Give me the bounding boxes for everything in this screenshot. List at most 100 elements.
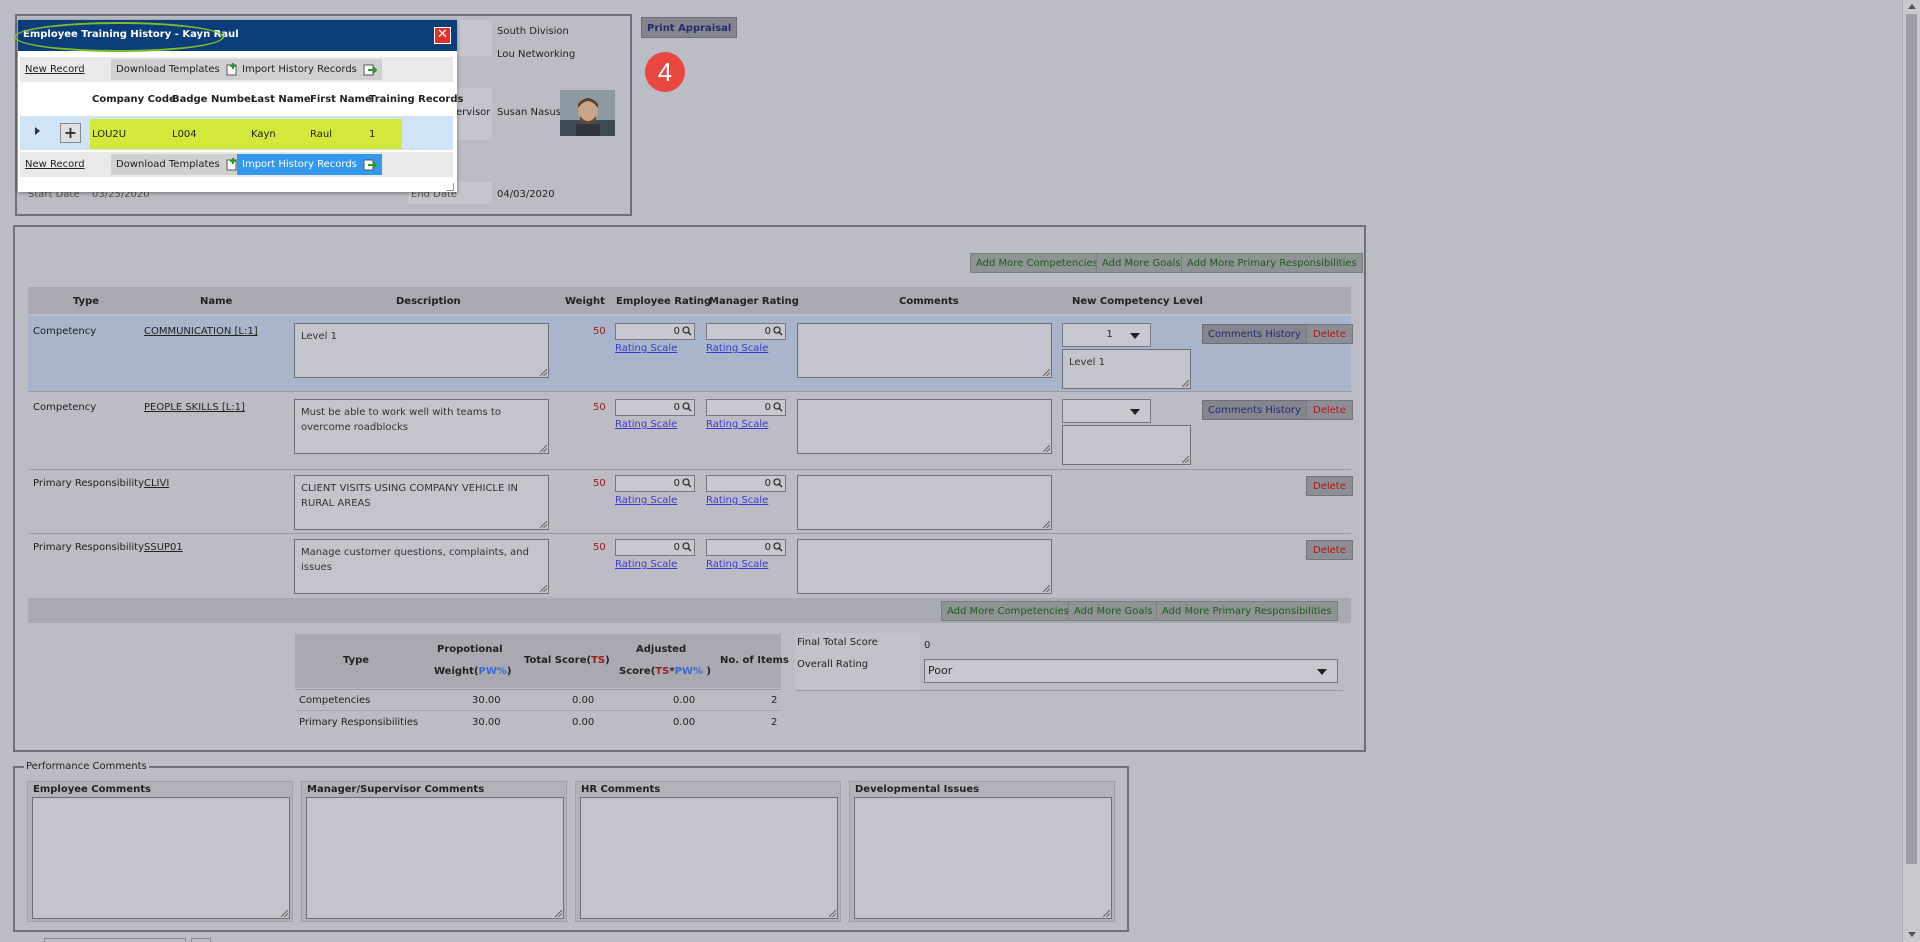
summary-col-adj-ts: TS [655,666,670,677]
summary-row-adjusted: 0.00 [673,695,696,706]
delete-button[interactable]: Delete [1306,324,1353,344]
manager-rating-input[interactable]: 0 [706,475,786,492]
performance-comments-legend: Performance Comments [24,761,149,772]
manager-comments-textarea[interactable] [306,797,564,919]
manager-rating-value: 0 [764,542,771,553]
new-record-link-bottom[interactable]: New Record [25,159,85,170]
print-appraisal-button[interactable]: Print Appraisal [641,17,738,38]
row-name-link[interactable]: SSUP01 [144,542,183,553]
hr-comments-textarea[interactable] [580,797,838,919]
import-history-button-bottom[interactable]: Import History Records [237,154,383,175]
description-textarea[interactable]: Level 1 [294,323,549,378]
employee-rating-scale-link[interactable]: Rating Scale [615,419,677,430]
row-name-link[interactable]: COMMUNICATION [L:1] [144,326,258,337]
employee-rating-input[interactable]: 0 [615,475,695,492]
employee-rating-input[interactable]: 0 [615,323,695,340]
employee-rating-input[interactable]: 0 [615,399,695,416]
competency-level-select[interactable]: 1 [1062,323,1151,347]
magnifier-icon[interactable] [773,478,783,488]
delete-button[interactable]: Delete [1306,540,1353,560]
download-templates-button-bottom[interactable]: Download Templates [111,154,243,175]
comments-history-button[interactable]: Comments History [1202,400,1307,420]
new-record-link-top[interactable]: New Record [25,64,85,75]
add-competencies-button-top[interactable]: Add More Competencies [970,253,1104,273]
training-history-modal: Employee Training History - Kayn Raul ✕ … [14,20,463,192]
col-description: Description [396,296,461,307]
overall-rating-select[interactable]: Poor [924,659,1338,683]
bottom-partial-control[interactable] [44,938,186,942]
summary-col-adjusted-line1: Adjusted [636,644,687,655]
title-highlight-ellipse [14,22,224,52]
employee-rating-scale-link[interactable]: Rating Scale [615,559,677,570]
comments-textarea[interactable] [797,475,1052,530]
add-competencies-button-bottom[interactable]: Add More Competencies [941,601,1075,621]
magnifier-icon[interactable] [773,326,783,336]
add-goals-button-bottom[interactable]: Add More Goals [1068,601,1159,621]
expand-arrow-icon[interactable] [35,127,40,135]
col-manager-rating: Manager Rating [709,296,799,307]
add-primary-button-bottom[interactable]: Add More Primary Responsibilities [1156,601,1338,621]
row-name-link[interactable]: PEOPLE SKILLS [L:1] [144,402,245,413]
employee-rating-input[interactable]: 0 [615,539,695,556]
employee-comments-textarea[interactable] [32,797,290,919]
bottom-partial-control-2[interactable] [191,938,211,942]
manager-rating-scale-link[interactable]: Rating Scale [706,343,768,354]
manager-rating-scale-link[interactable]: Rating Scale [706,495,768,506]
comments-history-button[interactable]: Comments History [1202,324,1307,344]
modal-row-highlight[interactable] [90,119,402,149]
magnifier-icon[interactable] [682,542,692,552]
col-employee-rating: Employee Rating [616,296,712,307]
scroll-down-arrow-icon[interactable] [1908,932,1916,937]
scroll-up-arrow-icon[interactable] [1908,4,1916,9]
comments-textarea[interactable] [797,539,1052,594]
modal-col-first-name: First Name [310,94,372,105]
modal-col-badge-number: Badge Number [172,94,256,105]
manager-rating-input[interactable]: 0 [706,539,786,556]
dev-issues-textarea[interactable] [854,797,1112,919]
scrollbar-thumb[interactable] [1906,14,1917,864]
magnifier-icon[interactable] [682,478,692,488]
description-textarea[interactable]: Manage customer questions, complaints, a… [294,539,549,594]
row-name-link[interactable]: CLIVI [144,478,169,489]
manager-rating-input[interactable]: 0 [706,399,786,416]
supervisor-name: Susan Nasus [497,107,561,118]
manager-rating-scale-link[interactable]: Rating Scale [706,559,768,570]
comments-textarea[interactable] [797,323,1052,378]
comments-textarea[interactable] [797,399,1052,454]
magnifier-icon[interactable] [682,326,692,336]
description-textarea[interactable]: CLIENT VISITS USING COMPANY VEHICLE IN R… [294,475,549,530]
add-plus-icon[interactable]: + [60,123,81,143]
close-icon[interactable]: ✕ [434,27,451,44]
division-value: South Division [497,26,569,37]
import-history-button-top[interactable]: Import History Records [237,59,383,80]
magnifier-icon[interactable] [773,402,783,412]
summary-row-items: 2 [771,695,778,706]
employee-rating-scale-link[interactable]: Rating Scale [615,343,677,354]
delete-button[interactable]: Delete [1306,400,1353,420]
modal-cell-company-code: LOU2U [92,129,127,140]
summary-row-adjusted: 0.00 [673,717,696,728]
modal-resize-handle[interactable] [446,183,454,191]
download-templates-button-top[interactable]: Download Templates [111,59,243,80]
employee-rating-scale-link[interactable]: Rating Scale [615,495,677,506]
manager-rating-scale-link[interactable]: Rating Scale [706,419,768,430]
magnifier-icon[interactable] [682,402,692,412]
description-textarea[interactable]: Must be able to work well with teams to … [294,399,549,454]
col-weight: Weight [565,296,605,307]
modal-cell-training-records: 1 [369,129,376,140]
competency-level-desc[interactable]: Level 1 [1062,349,1191,389]
manager-rating-input[interactable]: 0 [706,323,786,340]
competency-level-desc[interactable] [1062,425,1191,465]
summary-col-weight-end: ) [506,666,512,677]
row-weight: 50 [593,542,606,553]
summary-col-weight-line1: Propotional [437,644,503,655]
summary-row-weight: 30.00 [472,695,501,706]
delete-button[interactable]: Delete [1306,476,1353,496]
add-primary-button-top[interactable]: Add More Primary Responsibilities [1181,253,1363,273]
vertical-scrollbar[interactable] [1902,0,1920,942]
competency-level-select[interactable] [1062,399,1151,423]
modal-cell-badge-number: L004 [172,129,197,140]
add-goals-button-top[interactable]: Add More Goals [1096,253,1187,273]
magnifier-icon[interactable] [773,542,783,552]
final-total-label: Final Total Score [797,637,878,648]
